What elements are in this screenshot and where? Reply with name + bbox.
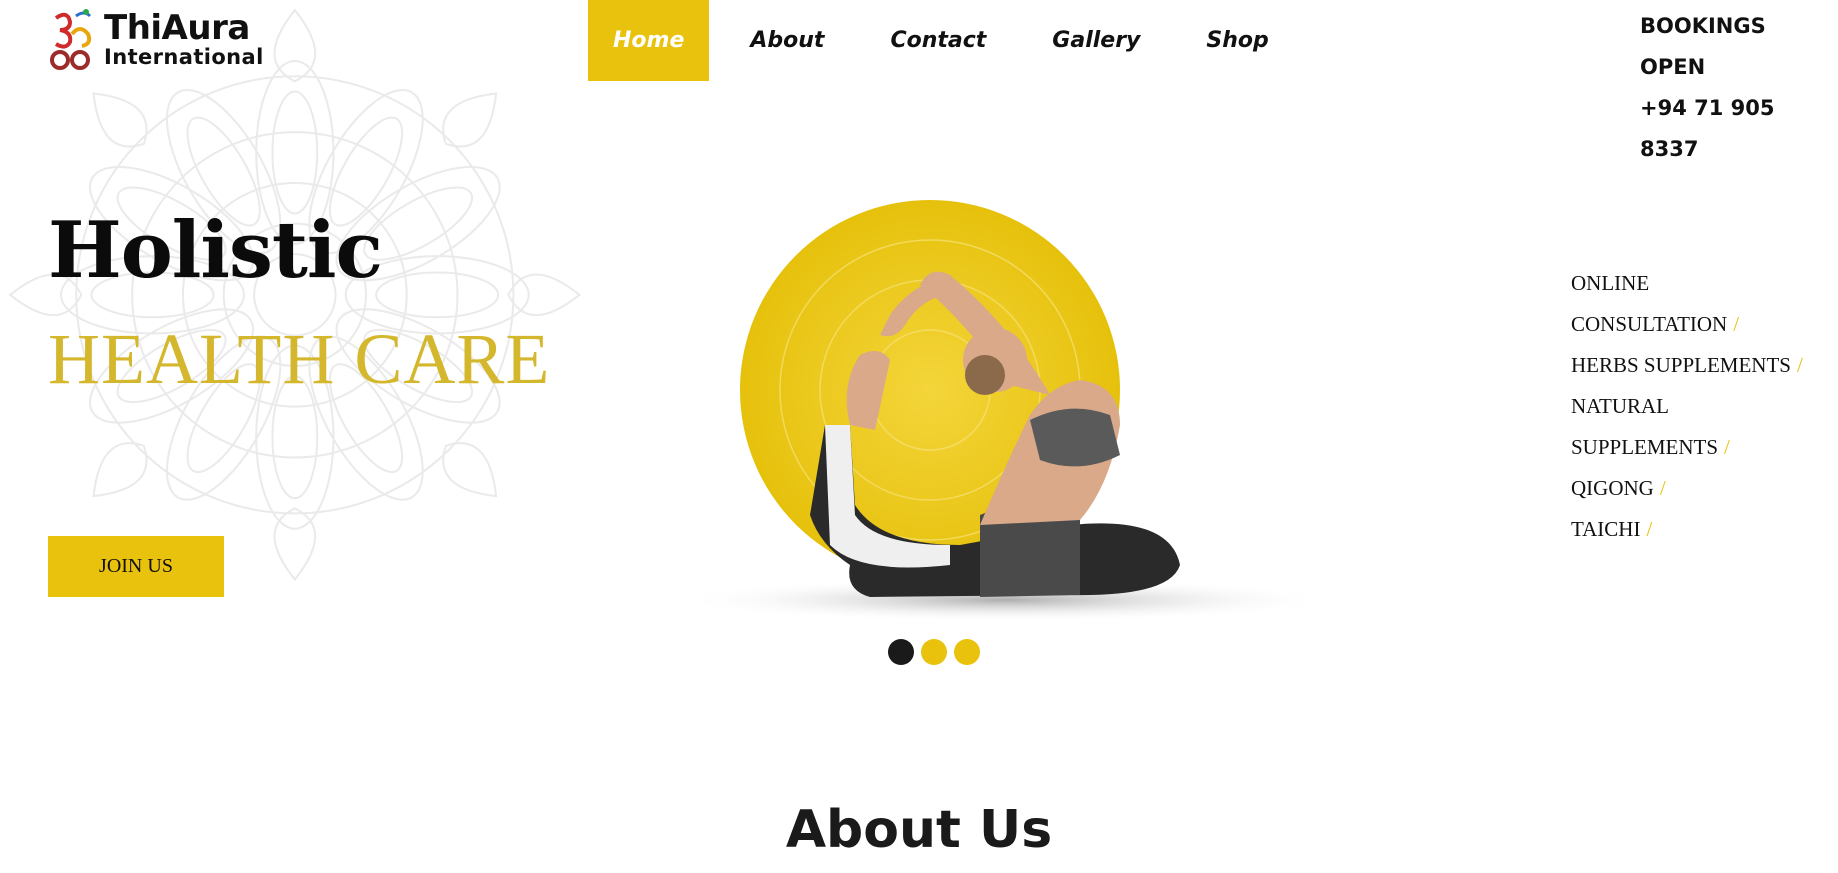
nav-about[interactable]: About (725, 0, 849, 81)
slider-dot-3[interactable] (954, 639, 980, 665)
main-nav: Home About Contact Gallery Shop (588, 0, 1310, 81)
bookings-info: BOOKINGS OPEN +94 71 905 8337 (1640, 6, 1822, 170)
service-line-qigong[interactable]: QIGONG / (1571, 468, 1803, 509)
service-label: NATURAL (1571, 394, 1669, 418)
yoga-hero-image (675, 200, 1335, 622)
service-label: ONLINE (1571, 271, 1650, 295)
service-label: QIGONG (1571, 476, 1654, 500)
brand-subtitle: International (104, 44, 264, 69)
service-slash: / (1724, 435, 1730, 459)
nav-gallery[interactable]: Gallery (1027, 0, 1165, 81)
service-line-online[interactable]: ONLINE (1571, 263, 1803, 304)
services-list: ONLINE CONSULTATION / HERBS SUPPLEMENTS / … (1571, 263, 1803, 550)
service-slash: / (1796, 353, 1803, 377)
about-heading: About Us (785, 800, 1053, 860)
phone-number[interactable]: +94 71 905 8337 (1640, 88, 1822, 170)
nav-home[interactable]: Home (588, 0, 710, 81)
service-line-natural[interactable]: NATURAL (1571, 386, 1803, 427)
service-slash: / (1646, 517, 1653, 541)
service-label: TAICHI (1571, 517, 1641, 541)
om-symbol-logo-icon (50, 9, 92, 70)
slider-dots (888, 639, 987, 665)
site-logo[interactable]: ThiAura International (46, 8, 264, 70)
hero-title: Holistic (48, 205, 383, 296)
service-label: SUPPLEMENTS (1571, 435, 1719, 459)
nav-contact[interactable]: Contact (865, 0, 1011, 81)
slider-dot-1[interactable] (888, 639, 914, 665)
bookings-status: BOOKINGS OPEN (1640, 14, 1766, 79)
slider-dot-2[interactable] (921, 639, 947, 665)
service-slash: / (1733, 312, 1740, 336)
service-slash: / (1659, 476, 1666, 500)
service-line-taichi[interactable]: TAICHI / (1571, 509, 1803, 550)
hero-subtitle: HEALTH CARE (48, 319, 551, 399)
service-line-herbs-supplements[interactable]: HERBS SUPPLEMENTS / (1571, 345, 1803, 386)
service-line-consultation[interactable]: CONSULTATION / (1571, 304, 1803, 345)
service-label: HERBS SUPPLEMENTS (1571, 353, 1791, 377)
mandala-background-icon (9, 8, 581, 581)
nav-shop[interactable]: Shop (1181, 0, 1293, 81)
join-us-button[interactable]: JOIN US (48, 536, 224, 597)
service-line-supplements[interactable]: SUPPLEMENTS / (1571, 427, 1803, 468)
brand-name: ThiAura (104, 7, 250, 48)
service-label: CONSULTATION (1571, 312, 1728, 336)
